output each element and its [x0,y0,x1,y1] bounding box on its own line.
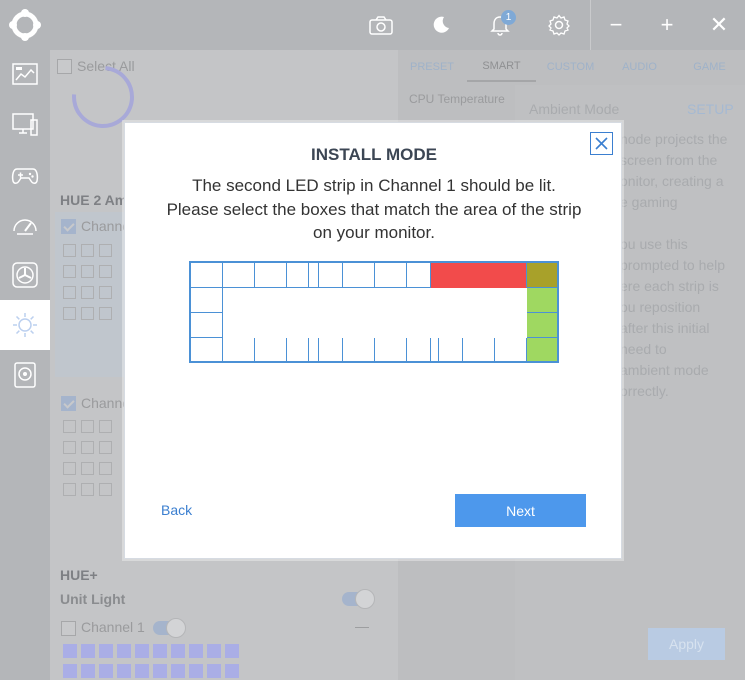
sidebar-item-lighting[interactable] [0,300,50,350]
layout-box[interactable] [319,263,343,288]
layout-box-lit[interactable] [463,263,495,288]
title-bar: 1 − + ✕ [0,0,745,50]
layout-box-lit[interactable] [495,263,527,288]
ambient-mode-title: Ambient Mode [529,101,620,117]
tab-smart[interactable]: SMART [467,52,536,82]
channel1-led-row-2 [63,664,239,678]
channel-a-label: Channe [81,218,131,234]
next-button[interactable]: Next [455,494,586,527]
mode-tabs: PRESET SMART CUSTOM AUDIO GAME [398,52,745,82]
tab-game[interactable]: GAME [674,52,745,82]
camera-icon[interactable] [368,12,394,38]
layout-box[interactable] [439,338,463,361]
channel1-led-row-1 [63,644,239,658]
maximize-button[interactable]: + [641,0,693,50]
layout-box-lit-selected[interactable] [527,263,557,288]
layout-box[interactable] [375,263,407,288]
channel1-toggle[interactable] [153,618,186,638]
layout-box[interactable] [375,338,407,361]
dialog-title: INSTALL MODE [311,145,437,164]
fan-icon [12,262,38,288]
gamepad-icon [11,168,39,184]
app-logo-icon [8,8,42,42]
apply-button[interactable]: Apply [648,628,725,660]
layout-box[interactable] [287,263,309,288]
gear-icon[interactable] [546,12,572,38]
layout-box[interactable] [309,263,319,288]
camera-device-icon [14,362,36,388]
monitor-layout-grid [189,261,559,363]
layout-box[interactable] [407,338,431,361]
sidebar-item-gaming[interactable] [0,150,50,200]
bell-icon[interactable]: 1 [487,10,516,38]
tab-preset[interactable]: PRESET [398,52,466,82]
layout-box[interactable] [319,338,343,361]
lighting-icon [13,313,37,337]
sidebar [0,50,50,680]
layout-box[interactable] [191,263,223,288]
layout-box[interactable] [309,338,319,361]
gauge-icon [13,219,37,235]
sidebar-item-cooling[interactable] [0,250,50,300]
layout-box[interactable] [191,288,223,313]
layout-box[interactable] [343,338,375,361]
layout-box[interactable] [431,338,439,361]
back-button[interactable]: Back [161,502,192,518]
dashboard-icon [12,63,38,85]
setup-link[interactable]: SETUP [687,101,734,117]
layout-box[interactable] [407,263,431,288]
layout-box-selected[interactable] [527,288,557,313]
channel1-label: Channel 1 [81,619,145,635]
select-all-checkbox[interactable] [57,59,72,74]
tab-audio[interactable]: AUDIO [605,52,674,82]
tab-custom[interactable]: CUSTOM [536,52,605,82]
sidebar-item-performance[interactable] [0,200,50,250]
layout-box[interactable] [223,338,255,361]
hue-plus-heading: HUE+ [60,567,98,583]
hue2-heading: HUE 2 Am [60,192,128,208]
sidebar-item-pc[interactable] [0,100,50,150]
layout-box[interactable] [255,263,287,288]
layout-box[interactable] [191,313,223,338]
layout-box[interactable] [287,338,309,361]
channel-b-led-grid [63,420,112,496]
layout-box[interactable] [223,263,255,288]
sidebar-item-dashboard[interactable] [0,50,50,100]
pc-icon [12,113,38,136]
layout-box-selected[interactable] [527,313,557,338]
layout-box[interactable] [191,338,223,361]
channel-b-label: Channe [81,395,131,411]
unit-light-toggle[interactable] [342,589,375,609]
layout-box-selected[interactable] [527,338,557,361]
layout-box[interactable] [463,338,495,361]
channel1-checkbox[interactable] [61,621,76,636]
channel-a-led-grid [63,244,112,320]
moon-icon[interactable] [428,12,454,38]
dialog-message: The second LED strip in Channel 1 should… [166,176,582,242]
channel-b-checkbox[interactable] [61,396,76,411]
layout-box[interactable] [255,338,287,361]
unit-light-label: Unit Light [60,591,126,607]
sidebar-item-device[interactable] [0,350,50,400]
minimize-button[interactable]: − [590,0,642,50]
mode-item-cpu-temperature[interactable]: CPU Temperature [409,92,505,106]
close-window-button[interactable]: ✕ [693,0,745,50]
install-mode-dialog: INSTALL MODE The second LED strip in Cha… [124,122,622,559]
layout-box-lit[interactable] [431,263,463,288]
layout-box[interactable] [343,263,375,288]
channel-a-checkbox[interactable] [61,219,76,234]
layout-box[interactable] [495,338,527,361]
notification-badge: 1 [501,10,516,25]
collapse-button[interactable]: — [355,618,369,634]
